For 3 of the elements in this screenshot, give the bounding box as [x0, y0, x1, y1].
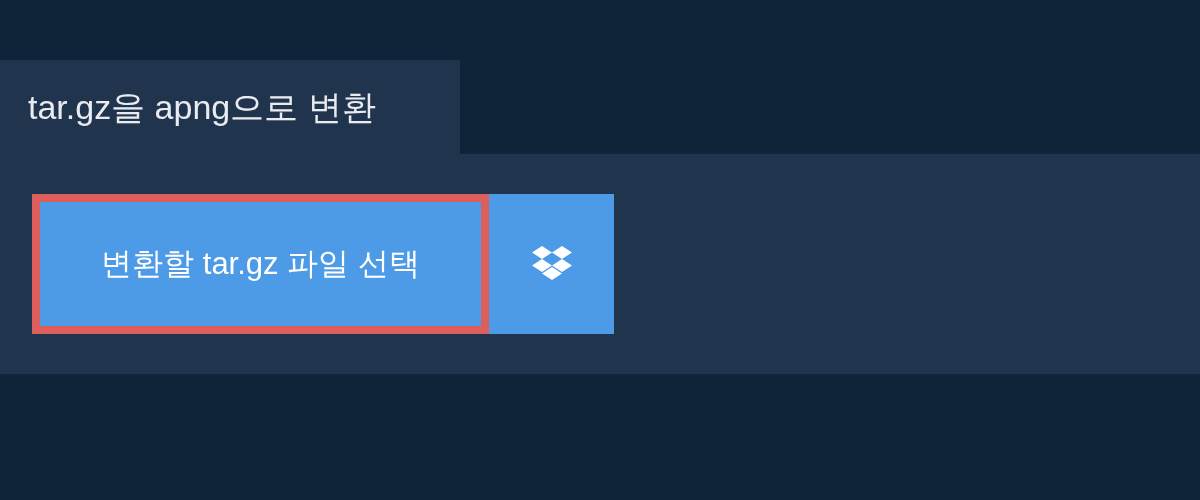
tab[interactable]: tar.gz을 apng으로 변환 — [0, 60, 460, 154]
dropbox-button[interactable] — [489, 194, 614, 334]
dropbox-icon — [530, 246, 573, 282]
